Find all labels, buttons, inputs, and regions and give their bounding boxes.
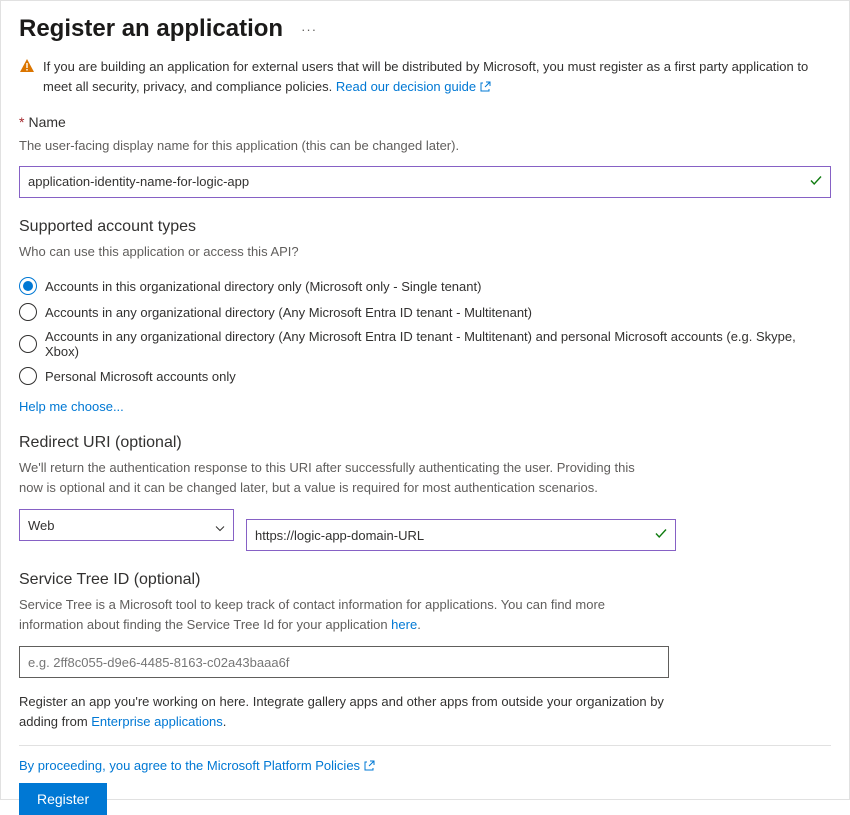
external-link-icon <box>363 760 375 772</box>
decision-guide-link[interactable]: Read our decision guide <box>336 79 491 94</box>
warning-banner: If you are building an application for e… <box>19 57 831 96</box>
external-link-icon <box>479 81 491 93</box>
page-title: Register an application <box>19 15 283 43</box>
help-me-choose-link[interactable]: Help me choose... <box>19 399 124 414</box>
enterprise-applications-link[interactable]: Enterprise applications <box>91 714 223 729</box>
radio-multitenant-personal[interactable]: Accounts in any organizational directory… <box>19 325 831 363</box>
radio-icon <box>19 335 37 353</box>
platform-policies-link[interactable]: By proceeding, you agree to the Microsof… <box>19 758 375 773</box>
service-tree-here-link[interactable]: here <box>391 617 417 632</box>
radio-single-tenant[interactable]: Accounts in this organizational director… <box>19 273 831 299</box>
register-note: Register an app you're working on here. … <box>19 692 679 731</box>
name-label: *Name <box>19 114 831 130</box>
name-input[interactable] <box>19 166 831 198</box>
service-tree-helper: Service Tree is a Microsoft tool to keep… <box>19 595 659 634</box>
radio-multitenant[interactable]: Accounts in any organizational directory… <box>19 299 831 325</box>
radio-icon <box>19 277 37 295</box>
redirect-uri-input[interactable] <box>246 519 676 551</box>
more-icon[interactable]: ··· <box>301 22 317 37</box>
service-tree-input[interactable] <box>19 646 669 678</box>
name-helper: The user-facing display name for this ap… <box>19 136 831 156</box>
redirect-uri-helper: We'll return the authentication response… <box>19 458 659 497</box>
register-button[interactable]: Register <box>19 783 107 815</box>
account-types-question: Who can use this application or access t… <box>19 242 831 262</box>
platform-select[interactable]: Web <box>19 509 234 541</box>
radio-icon <box>19 303 37 321</box>
radio-personal-only[interactable]: Personal Microsoft accounts only <box>19 363 831 389</box>
redirect-uri-heading: Redirect URI (optional) <box>19 434 831 452</box>
warning-icon <box>19 58 35 80</box>
service-tree-heading: Service Tree ID (optional) <box>19 571 831 589</box>
account-types-heading: Supported account types <box>19 218 831 236</box>
radio-icon <box>19 367 37 385</box>
account-types-radio-group: Accounts in this organizational director… <box>19 273 831 389</box>
